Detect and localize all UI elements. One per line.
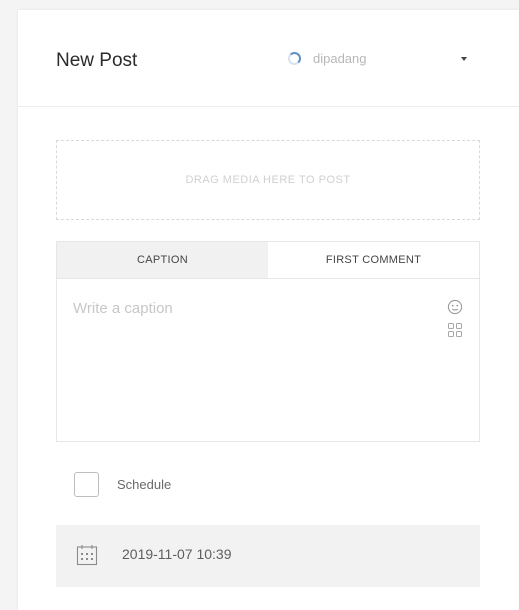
new-post-panel: New Post dipadang DRAG MEDIA HERE TO POS… [18, 10, 519, 610]
schedule-toggle[interactable]: Schedule [74, 472, 171, 497]
schedule-label: Schedule [117, 477, 172, 492]
grid-icon[interactable] [448, 323, 462, 337]
calendar-icon [76, 545, 98, 566]
tab-caption-label: CAPTION [137, 254, 188, 266]
dropzone-label: DRAG MEDIA HERE TO POST [185, 174, 351, 186]
caption-editor[interactable]: Write a caption [56, 279, 480, 442]
schedule-checkbox[interactable] [74, 472, 99, 497]
schedule-datetime-value: 2019-11-07 10:39 [122, 546, 232, 562]
caption-tabs: CAPTION FIRST COMMENT [56, 241, 480, 279]
account-name: dipadang [313, 51, 367, 66]
account-selector[interactable]: dipadang [288, 51, 367, 66]
tab-caption[interactable]: CAPTION [57, 242, 268, 278]
emoji-icon[interactable] [447, 299, 463, 315]
caption-input[interactable]: Write a caption [73, 300, 173, 317]
page-title: New Post [56, 50, 138, 71]
tab-first-comment[interactable]: FIRST COMMENT [268, 242, 479, 278]
media-dropzone[interactable]: DRAG MEDIA HERE TO POST [56, 140, 480, 220]
schedule-datetime-field[interactable]: 2019-11-07 10:39 [56, 525, 480, 587]
tab-first-comment-label: FIRST COMMENT [325, 254, 422, 266]
loading-spinner-icon [288, 52, 301, 65]
caret-down-icon[interactable] [461, 57, 467, 61]
post-header: New Post dipadang [18, 10, 519, 107]
